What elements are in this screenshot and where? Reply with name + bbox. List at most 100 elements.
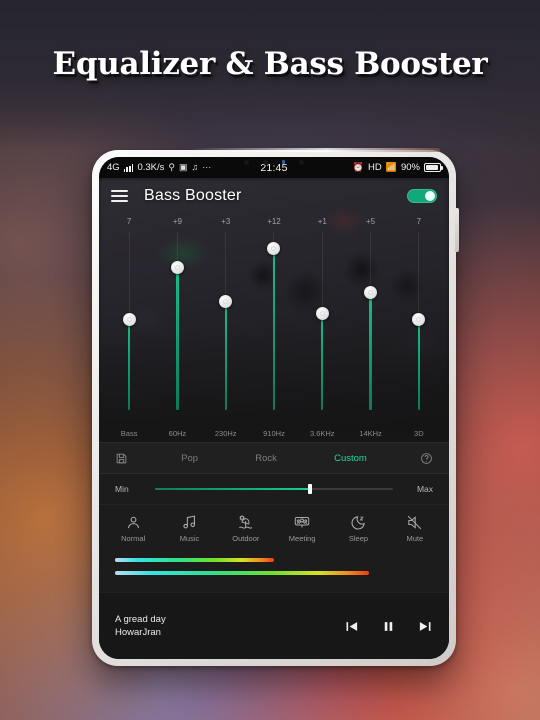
eq-band: +3 230Hz bbox=[202, 214, 250, 442]
camera-dot-icon bbox=[299, 159, 304, 165]
eq-band: 7 Bass bbox=[105, 214, 153, 442]
eq-band-label: 14KHz bbox=[359, 429, 382, 438]
track-title: A gread day bbox=[115, 614, 166, 625]
visualizer-bar bbox=[115, 558, 274, 562]
eq-band: +1 3.6KHz bbox=[298, 214, 346, 442]
bass-level-slider-row: Min Max bbox=[99, 474, 449, 504]
visualizer-bar bbox=[115, 571, 370, 575]
visualizer-row bbox=[115, 571, 433, 575]
eq-band-label: 3.6KHz bbox=[309, 429, 335, 438]
sound-mode-label: Normal bbox=[121, 534, 146, 543]
sound-mode-mute[interactable]: Mute bbox=[387, 514, 443, 543]
eq-band-thumb[interactable] bbox=[122, 312, 136, 326]
front-camera-row bbox=[99, 157, 449, 167]
eq-band-fill bbox=[417, 319, 421, 410]
eq-band-slider[interactable] bbox=[250, 230, 298, 426]
slider-min-label: Min bbox=[115, 484, 129, 494]
eq-band-thumb[interactable] bbox=[315, 307, 329, 321]
eq-band-thumb[interactable] bbox=[267, 241, 281, 255]
save-icon[interactable] bbox=[115, 452, 128, 465]
eq-band-value: +5 bbox=[365, 217, 376, 226]
eq-band: +9 60Hz bbox=[153, 214, 201, 442]
previous-track-icon[interactable] bbox=[344, 619, 359, 634]
eq-band-slider[interactable] bbox=[105, 230, 153, 426]
eq-band-thumb[interactable] bbox=[219, 294, 233, 308]
bass-level-fill bbox=[155, 488, 310, 490]
eq-band-value: +3 bbox=[221, 217, 231, 226]
beach-umbrella-icon bbox=[237, 514, 255, 531]
eq-band-fill bbox=[127, 319, 131, 410]
device-side-button[interactable] bbox=[455, 208, 459, 252]
visualizer-row bbox=[115, 558, 433, 562]
sound-mode-sleep[interactable]: Sleep bbox=[330, 514, 386, 543]
camera-dot-icon bbox=[244, 159, 249, 165]
sound-mode-label: Outdoor bbox=[232, 534, 260, 543]
help-icon[interactable] bbox=[420, 452, 433, 465]
meeting-people-icon bbox=[293, 514, 311, 531]
sound-mode-meeting[interactable]: Meeting bbox=[274, 514, 330, 543]
eq-band-value: 7 bbox=[416, 217, 422, 226]
player-controls bbox=[344, 619, 433, 634]
tablet-device-frame: 4G 0.3K/s ⚲ ▣ ♫ ··· 21:45 ⏰ HD 📶 90% Bas… bbox=[92, 148, 459, 666]
person-icon bbox=[125, 514, 142, 531]
next-track-icon[interactable] bbox=[418, 619, 433, 634]
eq-band-label: Bass bbox=[120, 429, 138, 438]
eq-band-thumb[interactable] bbox=[170, 261, 184, 275]
slider-max-label: Max bbox=[416, 484, 433, 494]
eq-band-fill bbox=[369, 292, 372, 410]
moon-sleep-icon bbox=[350, 514, 367, 531]
eq-band-value: +12 bbox=[267, 217, 281, 226]
eq-band-value: +9 bbox=[172, 217, 182, 226]
page-title: Bass Booster bbox=[144, 187, 242, 204]
eq-band-slider[interactable] bbox=[346, 230, 394, 426]
eq-band: +5 14KHz bbox=[346, 214, 394, 442]
eq-band-thumb[interactable] bbox=[412, 312, 426, 326]
preset-pop[interactable]: Pop bbox=[177, 453, 202, 464]
eq-band-slider[interactable] bbox=[153, 230, 201, 426]
eq-band-fill bbox=[224, 301, 227, 410]
eq-band-fill bbox=[321, 313, 324, 410]
preset-custom[interactable]: Custom bbox=[330, 453, 371, 464]
eq-band: 7 3D bbox=[395, 214, 443, 442]
visualizer-panel bbox=[99, 552, 449, 592]
sound-mode-music[interactable]: Music bbox=[161, 514, 217, 543]
preset-bar: Pop Rock Custom bbox=[99, 442, 449, 474]
sound-mode-label: Sleep bbox=[348, 534, 369, 543]
sound-mode-label: Music bbox=[179, 534, 200, 543]
sound-mode-normal[interactable]: Normal bbox=[105, 514, 161, 543]
bass-booster-toggle[interactable] bbox=[407, 189, 437, 203]
hamburger-menu-icon[interactable] bbox=[111, 190, 128, 202]
pause-icon[interactable] bbox=[381, 619, 396, 634]
sensor-led-icon bbox=[282, 160, 285, 164]
eq-band-value: +1 bbox=[317, 217, 327, 226]
device-top-highlight bbox=[188, 148, 440, 152]
eq-band-slider[interactable] bbox=[202, 230, 250, 426]
bass-level-slider[interactable] bbox=[155, 484, 393, 494]
eq-band-label: 3D bbox=[414, 429, 424, 438]
eq-band-label: 910Hz bbox=[263, 429, 285, 438]
track-info: A gread day HowarJran bbox=[115, 614, 166, 638]
track-artist: HowarJran bbox=[115, 627, 161, 638]
equalizer-panel: 7 Bass +9 60Hz +3 230Hz +12 910Hz +1 3.6KHz +5 14KH… bbox=[99, 214, 449, 442]
poster-title: Equalizer & Bass Booster bbox=[52, 46, 488, 82]
eq-band-fill bbox=[272, 248, 276, 410]
camera-dot-icon bbox=[263, 159, 268, 165]
media-player-bar: A gread day HowarJran bbox=[99, 592, 449, 659]
preset-rock[interactable]: Rock bbox=[251, 453, 281, 464]
device-screen: 4G 0.3K/s ⚲ ▣ ♫ ··· 21:45 ⏰ HD 📶 90% Bas… bbox=[99, 157, 449, 659]
eq-band-thumb[interactable] bbox=[364, 286, 378, 300]
eq-band-value: 7 bbox=[126, 217, 132, 226]
mute-speaker-icon bbox=[406, 514, 423, 531]
eq-band-slider[interactable] bbox=[395, 230, 443, 426]
music-note-icon bbox=[181, 514, 198, 531]
eq-band-label: 60Hz bbox=[168, 429, 187, 438]
sound-mode-label: Meeting bbox=[288, 534, 316, 543]
bass-level-thumb[interactable] bbox=[307, 484, 312, 494]
app-content: Bass Booster 7 Bass +9 60Hz +3 230Hz +12 910Hz +… bbox=[99, 178, 449, 659]
eq-band-slider[interactable] bbox=[298, 230, 346, 426]
eq-band: +12 910Hz bbox=[250, 214, 298, 442]
sound-mode-outdoor[interactable]: Outdoor bbox=[218, 514, 274, 543]
eq-band-label: 230Hz bbox=[214, 429, 237, 438]
sound-mode-label: Mute bbox=[406, 534, 424, 543]
eq-band-fill bbox=[176, 267, 179, 410]
